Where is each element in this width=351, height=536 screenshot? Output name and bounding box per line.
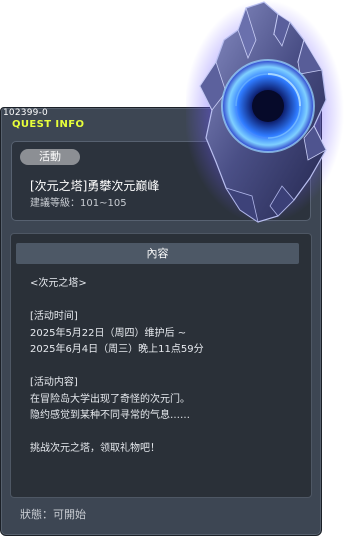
- content-line: 挑战次元之塔，领取礼物吧！: [30, 443, 160, 454]
- dimension-portal-icon: [186, 0, 344, 224]
- content-body: <次元之塔> [活动时间] 2025年5月22日（周四）维护后 ~ 2025年6…: [30, 276, 300, 458]
- content-line: [活动内容]: [30, 377, 78, 388]
- content-line: [活动时间]: [30, 311, 78, 322]
- quest-id-label: 102399-0: [3, 108, 48, 118]
- quest-name: [次元之塔]勇攀次元巅峰: [30, 179, 160, 193]
- recommended-level: 建議等級：101~105: [30, 198, 127, 209]
- content-line: 2025年6月4日（周三）晚上11点59分: [30, 344, 204, 355]
- content-line: [30, 359, 300, 376]
- content-line: 在冒险岛大学出现了奇怪的次元门。: [30, 393, 190, 405]
- content-line: [30, 293, 300, 310]
- window-title: QUEST INFO: [12, 119, 85, 130]
- content-line: <次元之塔>: [30, 278, 87, 289]
- quest-status: 狀態：可開始: [20, 508, 86, 521]
- content-header: 內容: [16, 243, 299, 264]
- content-line: 隐约感觉到某种不同寻常的气息……: [30, 410, 190, 421]
- quest-info-dialog: 102399-0 QUEST INFO 活動 [次元之塔]勇攀次元巅峰 建議等級…: [0, 0, 351, 536]
- category-badge: 活動: [20, 149, 80, 165]
- content-line: 2025年5月22日（周四）维护后 ~: [30, 327, 187, 339]
- content-line: [30, 425, 300, 442]
